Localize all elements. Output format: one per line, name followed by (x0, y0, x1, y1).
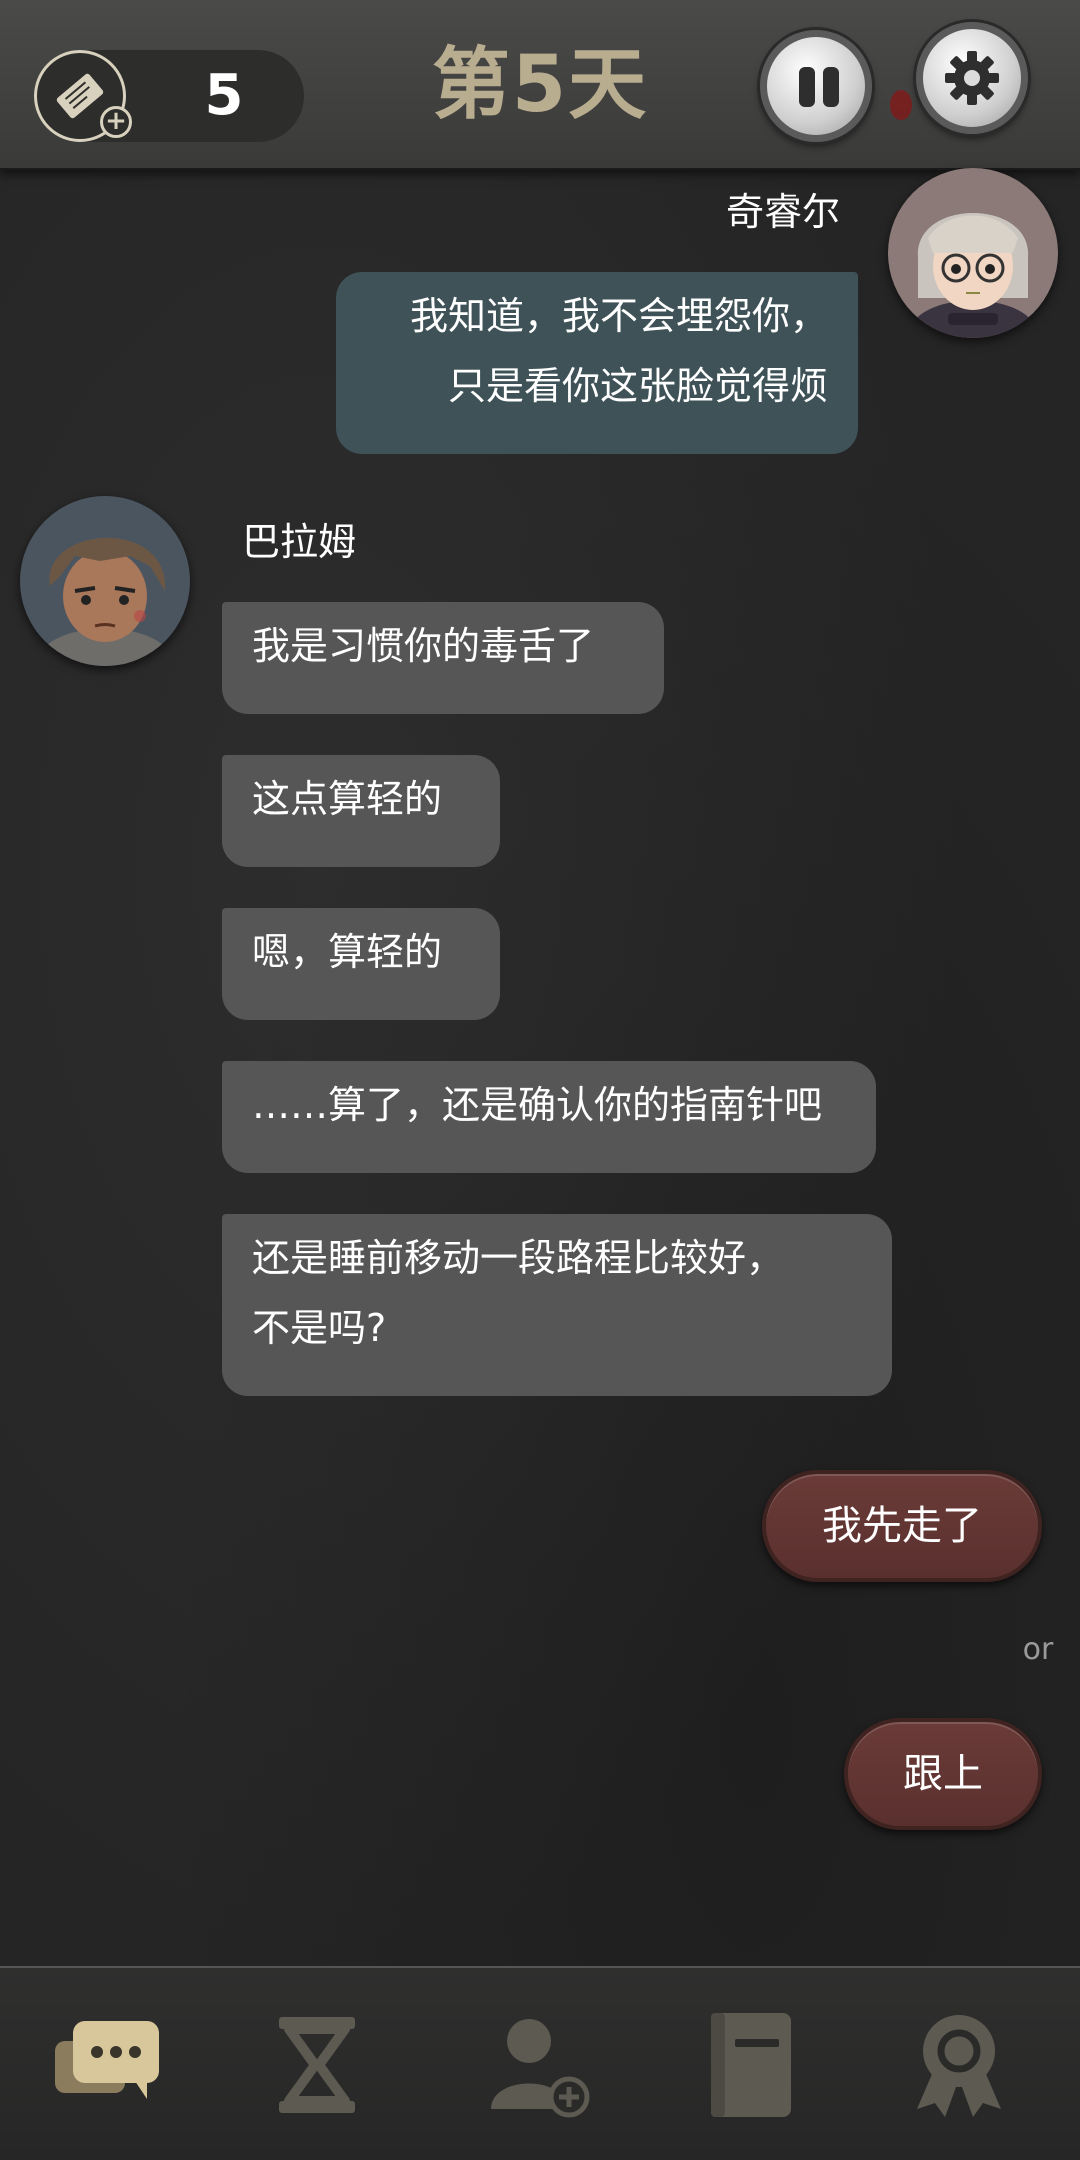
nav-chat[interactable] (30, 1990, 180, 2140)
speaker-name-left: 巴拉姆 (242, 520, 357, 564)
game-screen: + 5 第5天 奇睿尔 我知道，我不会埋怨你， 只是看你这张脸觉得烦 巴拉姆 我… (0, 0, 1080, 2160)
message-bubble-left: 这点算轻的 (222, 755, 500, 867)
chat-icon (55, 2021, 159, 2099)
avatar-right[interactable] (888, 168, 1058, 338)
message-bubble-left: 我是习惯你的毒舌了 (222, 602, 664, 714)
settings-button[interactable] (916, 22, 1028, 134)
ticket-count: 5 (204, 63, 244, 128)
top-bar: + 5 第5天 (0, 0, 1080, 170)
bottom-nav (0, 1966, 1080, 2160)
choice-button-go-first[interactable]: 我先走了 (762, 1470, 1042, 1582)
message-bubble-left: 还是睡前移动一段路程比较好， 不是吗? (222, 1214, 892, 1396)
gear-icon (945, 51, 999, 105)
nav-recruit[interactable] (462, 1990, 612, 2140)
nav-achievements[interactable] (884, 1990, 1034, 2140)
badge-icon (917, 2015, 1001, 2117)
book-icon (711, 2013, 791, 2117)
blood-splatter (890, 90, 912, 120)
add-ticket-icon[interactable]: + (100, 106, 132, 138)
avatar-left[interactable] (20, 496, 190, 666)
nav-journal[interactable] (668, 1990, 818, 2140)
hourglass-icon (279, 2017, 355, 2113)
add-person-icon (491, 2019, 590, 2118)
message-bubble-right: 我知道，我不会埋怨你， 只是看你这张脸觉得烦 (336, 272, 858, 454)
message-bubble-left: ……算了，还是确认你的指南针吧 (222, 1061, 876, 1173)
speaker-name-right: 奇睿尔 (725, 190, 840, 234)
ticket-counter[interactable]: + 5 (34, 50, 304, 142)
or-label: or (1022, 1632, 1054, 1667)
day-title: 第5天 (431, 40, 649, 130)
nav-time[interactable] (242, 1990, 392, 2140)
pause-button[interactable] (760, 30, 872, 142)
choice-button-follow[interactable]: 跟上 (844, 1718, 1042, 1830)
message-bubble-left: 嗯，算轻的 (222, 908, 500, 1020)
